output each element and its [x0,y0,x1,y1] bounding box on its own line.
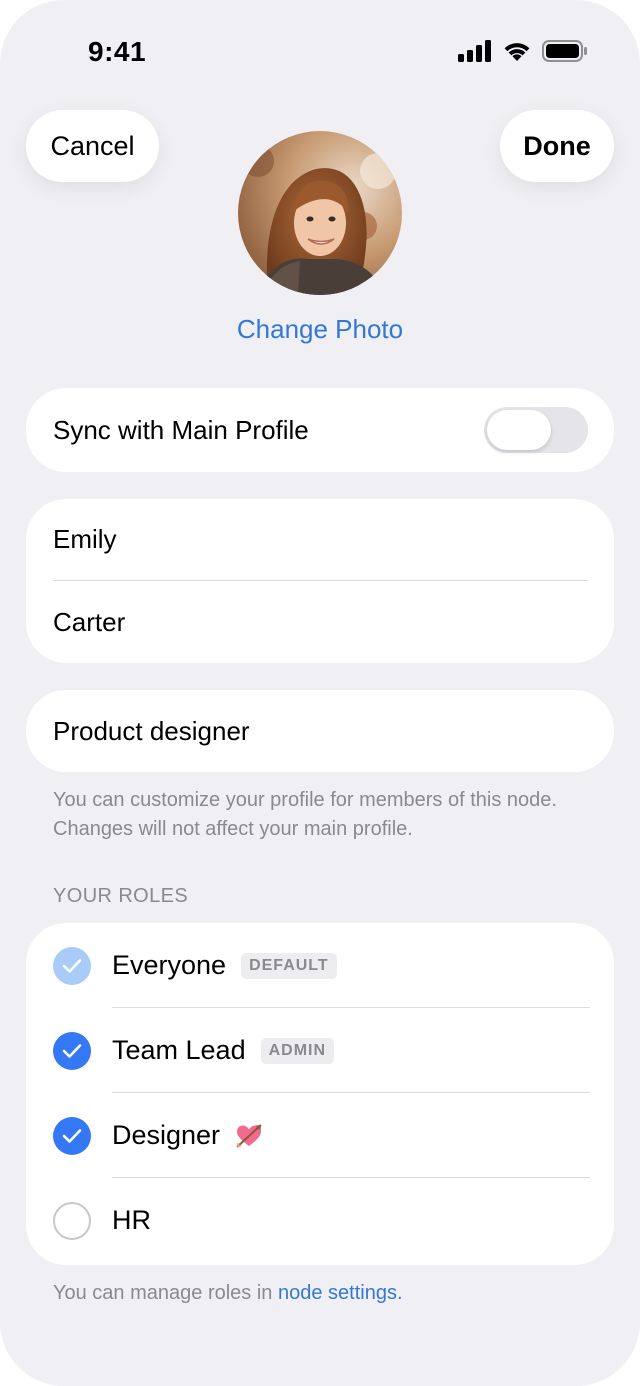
phone-screen: 9:41 Cancel Done Change Photo Sync with … [0,0,640,1386]
cancel-button[interactable]: Cancel [26,110,159,182]
node-settings-link[interactable]: node settings. [278,1282,403,1304]
role-row-hr[interactable]: HR [26,1178,614,1263]
role-row-designer[interactable]: Designer [26,1093,614,1178]
sync-label: Sync with Main Profile [53,414,309,445]
status-time: 9:41 [88,36,147,67]
role-name: Team Lead [112,1035,246,1065]
customize-note: You can customize your profile for membe… [53,789,557,840]
unchecked-circle-icon [53,1202,91,1240]
last-name-field[interactable]: Carter [53,581,588,663]
role-name: Designer [112,1120,221,1150]
role-name: HR [112,1205,151,1235]
checkmark-icon [53,1032,91,1070]
name-card: Emily Carter [26,499,614,663]
sync-toggle[interactable] [484,407,588,453]
job-title-field[interactable]: Product designer [53,690,588,772]
roles-card: Everyone DEFAULT Team Lead ADMIN Designe… [26,923,614,1265]
heart-with-arrow-icon [236,1123,262,1148]
manage-roles-text: You can manage roles in [53,1282,278,1304]
avatar[interactable] [238,131,402,295]
job-title-card: Product designer [26,690,614,772]
role-badge-admin: ADMIN [260,1037,335,1064]
change-photo-button[interactable]: Change Photo [0,314,640,345]
manage-roles-note: You can manage roles in node settings. [53,1279,593,1308]
wifi-icon [504,43,530,61]
roles-section-header: YOUR ROLES [53,885,189,907]
toggle-knob [487,410,551,450]
checkmark-icon [53,1117,91,1155]
cellular-signal-icon [458,40,491,62]
checkmark-icon [53,947,91,985]
role-row-team-lead[interactable]: Team Lead ADMIN [26,1008,614,1093]
first-name-field[interactable]: Emily [53,499,588,581]
role-name: Everyone [112,950,227,980]
done-button[interactable]: Done [500,110,614,182]
role-badge-default: DEFAULT [241,952,337,979]
sync-card: Sync with Main Profile [26,388,614,472]
status-icons [458,40,588,62]
profile-photo [238,131,402,295]
role-row-everyone[interactable]: Everyone DEFAULT [26,923,614,1008]
battery-icon [542,40,587,62]
